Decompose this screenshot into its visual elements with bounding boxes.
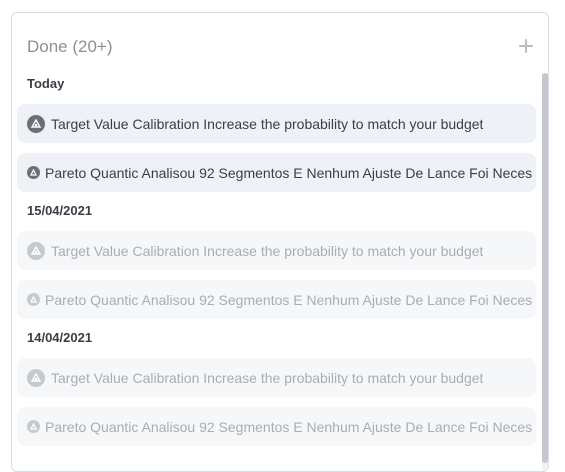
add-icon[interactable] — [518, 38, 534, 54]
list-item[interactable]: Target Value Calibration Increase the pr… — [17, 358, 536, 397]
target-value-icon — [27, 241, 45, 260]
target-value-icon — [27, 114, 45, 133]
list-item-label: Target Value Calibration Increase the pr… — [51, 369, 484, 386]
group-date-label: 15/04/2021 — [27, 203, 93, 218]
list-item[interactable]: Target Value Calibration Increase the pr… — [17, 104, 536, 143]
scrollbar-thumb[interactable] — [542, 73, 548, 463]
list-item[interactable]: Pareto Quantic Analisou 92 Segmentos E N… — [17, 407, 536, 446]
group-date-label: 14/04/2021 — [27, 330, 93, 345]
list-item[interactable]: Target Value Calibration Increase the pr… — [17, 231, 536, 270]
target-value-icon — [27, 368, 45, 387]
list-item-label: Pareto Quantic Analisou 92 Segmentos E N… — [45, 418, 533, 435]
list-item-label: Pareto Quantic Analisou 92 Segmentos E N… — [45, 164, 533, 181]
pareto-icon — [27, 293, 40, 306]
list-item-label: Target Value Calibration Increase the pr… — [51, 115, 484, 132]
pareto-icon — [27, 420, 40, 433]
list-item-label: Target Value Calibration Increase the pr… — [51, 242, 484, 259]
list-item-label: Pareto Quantic Analisou 92 Segmentos E N… — [45, 291, 533, 308]
done-column: Done (20+) Today Target Value Calibratio… — [11, 12, 549, 472]
pareto-icon — [27, 166, 40, 179]
column-title: Done (20+) — [27, 37, 113, 56]
list-item[interactable]: Pareto Quantic Analisou 92 Segmentos E N… — [17, 153, 536, 192]
list-item[interactable]: Pareto Quantic Analisou 92 Segmentos E N… — [17, 280, 536, 319]
group-date-label: Today — [27, 76, 65, 91]
scrollbar[interactable] — [542, 73, 548, 471]
